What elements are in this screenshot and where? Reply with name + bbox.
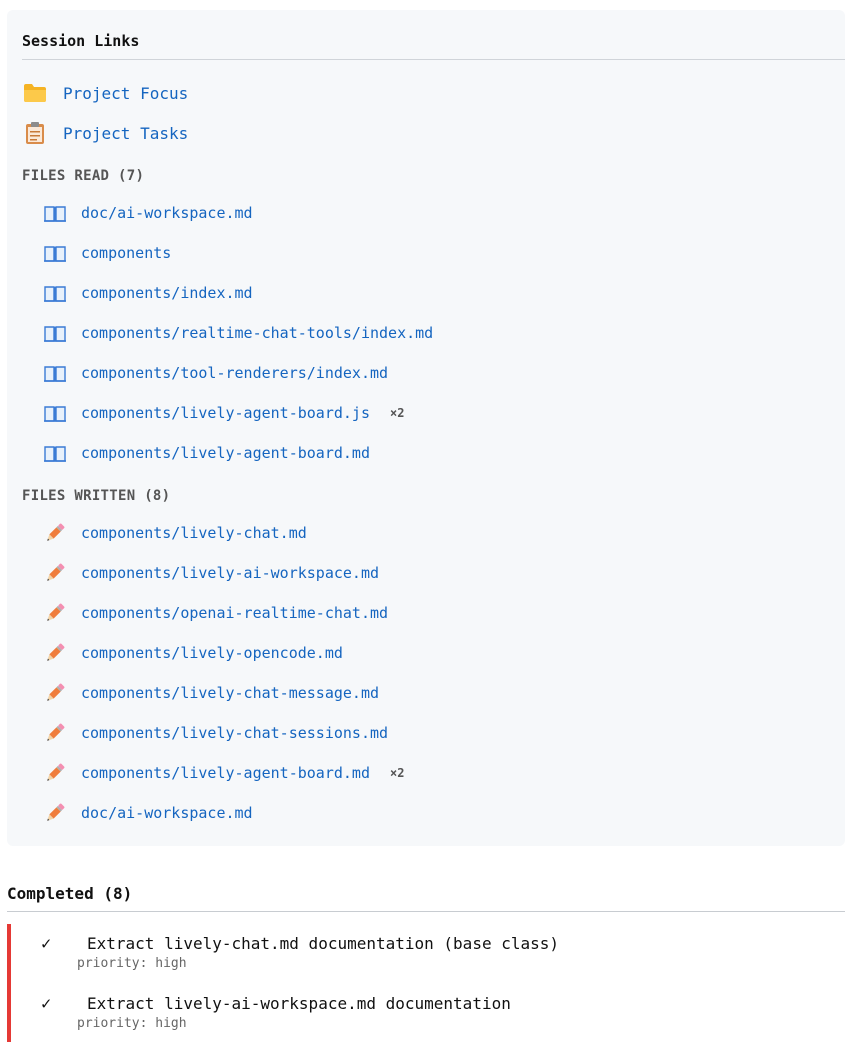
file-path[interactable]: doc/ai-workspace.md <box>81 804 253 822</box>
book-icon <box>43 321 67 345</box>
pencil-icon <box>43 681 67 705</box>
file-path[interactable]: components/lively-chat-message.md <box>81 684 379 702</box>
pencil-icon <box>43 801 67 825</box>
completed-todo-list: ✓ Extract lively-chat.md documentation (… <box>7 924 845 1042</box>
file-link[interactable]: components/lively-agent-board.js ×2 <box>43 401 404 425</box>
file-path[interactable]: components/index.md <box>81 284 253 302</box>
file-path[interactable]: components/tool-renderers/index.md <box>81 364 388 382</box>
pencil-icon <box>43 721 67 745</box>
file-path[interactable]: components <box>81 244 171 262</box>
file-link[interactable]: components/openai-realtime-chat.md <box>43 601 388 625</box>
file-path[interactable]: components/openai-realtime-chat.md <box>81 604 388 622</box>
project-focus-label[interactable]: Project Focus <box>63 84 188 103</box>
clipboard-icon <box>22 121 48 145</box>
file-path[interactable]: components/lively-agent-board.md <box>81 444 370 462</box>
book-icon <box>43 201 67 225</box>
book-icon <box>43 281 67 305</box>
project-tasks-label[interactable]: Project Tasks <box>63 124 188 143</box>
todo-priority: priority: high <box>77 1016 187 1031</box>
file-path[interactable]: components/lively-chat-sessions.md <box>81 724 388 742</box>
file-path[interactable]: doc/ai-workspace.md <box>81 204 253 222</box>
divider <box>7 911 845 912</box>
file-path[interactable]: components/lively-opencode.md <box>81 644 343 662</box>
file-link[interactable]: components/lively-chat.md <box>43 521 307 545</box>
folder-icon <box>22 81 48 105</box>
check-icon: ✓ <box>41 934 52 954</box>
book-icon <box>43 241 67 265</box>
file-path[interactable]: components/lively-ai-workspace.md <box>81 564 379 582</box>
file-link[interactable]: components/lively-chat-message.md <box>43 681 379 705</box>
file-link[interactable]: components/lively-opencode.md <box>43 641 343 665</box>
session-links-panel: Session Links Project Focus Project Task… <box>7 10 845 846</box>
project-focus-link[interactable]: Project Focus <box>22 81 188 105</box>
file-link[interactable]: components <box>43 241 171 265</box>
file-link[interactable]: components/lively-ai-workspace.md <box>43 561 379 585</box>
pencil-icon <box>43 641 67 665</box>
file-link[interactable]: components/realtime-chat-tools/index.md <box>43 321 433 345</box>
file-link[interactable]: components/tool-renderers/index.md <box>43 361 388 385</box>
file-path[interactable]: components/lively-agent-board.js <box>81 404 370 422</box>
project-tasks-link[interactable]: Project Tasks <box>22 121 188 145</box>
pencil-icon <box>43 601 67 625</box>
file-link[interactable]: components/index.md <box>43 281 253 305</box>
file-link[interactable]: components/lively-agent-board.md <box>43 441 370 465</box>
todo-priority: priority: high <box>77 956 187 971</box>
files-read-heading: FILES READ (7) <box>22 168 145 184</box>
divider <box>22 59 845 60</box>
file-path[interactable]: components/lively-agent-board.md <box>81 764 370 782</box>
book-icon <box>43 401 67 425</box>
access-count-badge: ×2 <box>389 406 405 420</box>
file-path[interactable]: components/realtime-chat-tools/index.md <box>81 324 433 342</box>
todo-item: ✓ Extract lively-ai-workspace.md documen… <box>41 994 511 1031</box>
file-link[interactable]: doc/ai-workspace.md <box>43 801 253 825</box>
access-count-badge: ×2 <box>389 766 405 780</box>
todo-text: Extract lively-ai-workspace.md documenta… <box>87 994 511 1013</box>
book-icon <box>43 361 67 385</box>
pencil-icon <box>43 521 67 545</box>
files-written-heading: FILES WRITTEN (8) <box>22 488 171 504</box>
panel-title: Session Links <box>22 32 140 50</box>
file-link[interactable]: components/lively-agent-board.md ×2 <box>43 761 404 785</box>
file-path[interactable]: components/lively-chat.md <box>81 524 307 542</box>
todo-item: ✓ Extract lively-chat.md documentation (… <box>41 934 559 971</box>
pencil-icon <box>43 761 67 785</box>
file-link[interactable]: doc/ai-workspace.md <box>43 201 253 225</box>
file-link[interactable]: components/lively-chat-sessions.md <box>43 721 388 745</box>
check-icon: ✓ <box>41 994 52 1014</box>
todo-text: Extract lively-chat.md documentation (ba… <box>87 934 560 953</box>
pencil-icon <box>43 561 67 585</box>
completed-title: Completed (8) <box>7 884 133 903</box>
book-icon <box>43 441 67 465</box>
